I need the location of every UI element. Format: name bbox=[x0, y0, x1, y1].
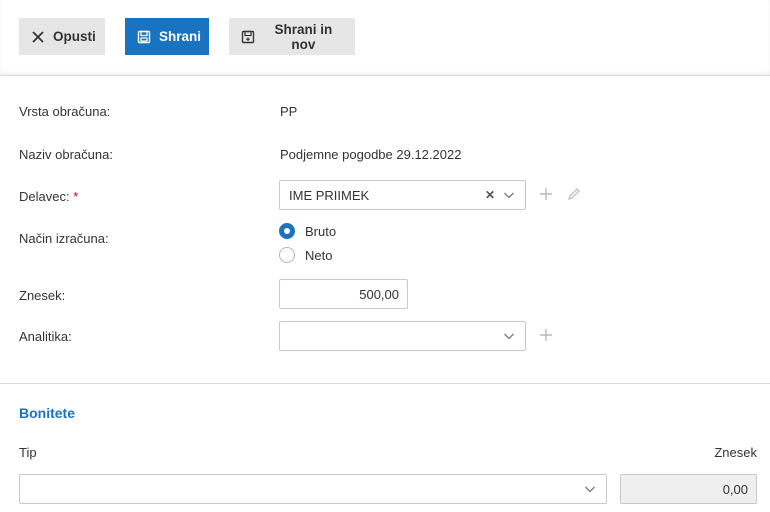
floppy-disk-plus-icon bbox=[241, 29, 256, 45]
calc-name-value: Podjemne pogodbe 29.12.2022 bbox=[280, 147, 462, 162]
amount-input[interactable] bbox=[279, 279, 408, 309]
close-icon bbox=[31, 29, 45, 45]
radio-bruto-circle[interactable] bbox=[279, 223, 295, 239]
required-mark: * bbox=[73, 189, 79, 204]
bonus-type-select[interactable] bbox=[19, 474, 607, 504]
calc-name-label: Naziv obračuna: bbox=[19, 147, 113, 162]
toolbar: Opusti Shrani Shrani in nov bbox=[0, 0, 770, 76]
worker-label-text: Delavec: bbox=[19, 189, 70, 204]
save-button[interactable]: Shrani bbox=[125, 18, 209, 55]
chevron-down-icon bbox=[504, 192, 514, 199]
add-worker-plus-icon[interactable] bbox=[539, 187, 553, 201]
save-and-new-button-label: Shrani in nov bbox=[274, 21, 333, 52]
add-analytics-plus-icon[interactable] bbox=[539, 328, 553, 342]
calc-type-label: Vrsta obračuna: bbox=[19, 104, 111, 119]
method-label: Način izračuna: bbox=[19, 231, 109, 246]
worker-label: Delavec: * bbox=[19, 189, 78, 204]
radio-bruto[interactable]: Bruto bbox=[279, 223, 336, 239]
chevron-down-icon bbox=[504, 333, 514, 340]
clear-x-icon[interactable]: ✕ bbox=[485, 188, 495, 202]
chevron-down-icon bbox=[585, 486, 595, 493]
analytics-label: Analitika: bbox=[19, 329, 72, 344]
floppy-disk-icon bbox=[137, 29, 151, 45]
amount-label: Znesek: bbox=[19, 288, 66, 303]
cancel-button-label: Opusti bbox=[53, 29, 96, 44]
cancel-button[interactable]: Opusti bbox=[19, 18, 105, 55]
save-button-label: Shrani bbox=[159, 29, 202, 44]
worker-select-value: IME PRIIMEK bbox=[289, 188, 370, 203]
radio-neto-circle[interactable] bbox=[279, 247, 295, 263]
save-and-new-button[interactable]: Shrani in nov bbox=[229, 18, 355, 55]
column-header-type: Tip bbox=[19, 445, 37, 460]
calc-type-value: PP bbox=[280, 104, 298, 119]
section-title-bonitete: Bonitete bbox=[19, 405, 75, 421]
radio-bruto-label: Bruto bbox=[305, 223, 337, 239]
column-header-amount: Znesek bbox=[714, 445, 757, 460]
radio-neto[interactable]: Neto bbox=[279, 247, 332, 263]
edit-worker-pencil-icon[interactable] bbox=[567, 187, 581, 201]
worker-select[interactable]: IME PRIIMEK ✕ bbox=[279, 180, 526, 210]
radio-neto-label: Neto bbox=[305, 247, 333, 263]
analytics-select[interactable] bbox=[279, 321, 526, 351]
bonus-amount-input[interactable] bbox=[620, 474, 757, 504]
section-divider bbox=[0, 383, 770, 384]
